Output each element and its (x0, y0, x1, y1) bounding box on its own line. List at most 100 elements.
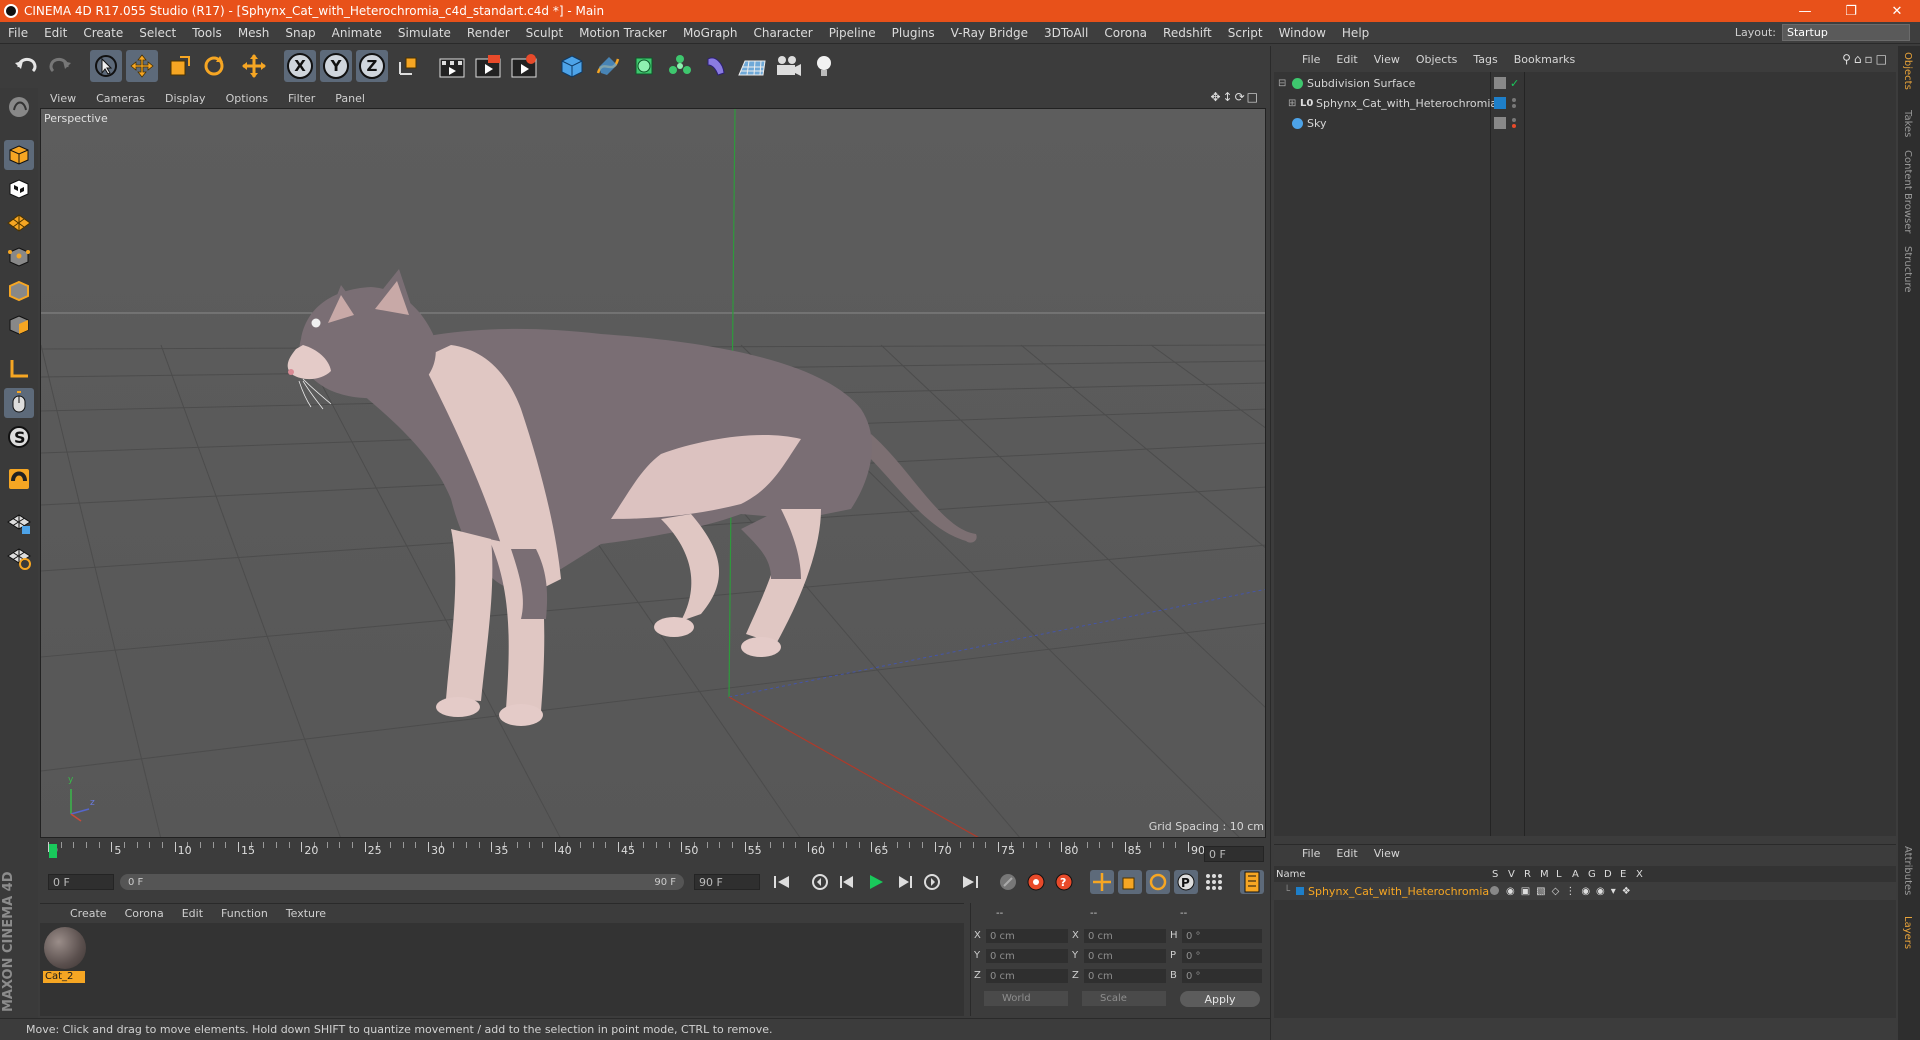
layer-solo-icon[interactable] (1490, 886, 1499, 895)
cube-object-icon[interactable] (556, 50, 588, 82)
undo-icon[interactable] (10, 50, 42, 82)
enabled-check-icon[interactable]: ✓ (1510, 77, 1519, 90)
points-mode-icon[interactable] (4, 242, 34, 272)
objects-menu-tags[interactable]: Tags (1465, 53, 1505, 66)
viewport-menu-display[interactable]: Display (155, 92, 216, 105)
live-selection-move-icon[interactable] (238, 50, 270, 82)
rotate-tool-icon[interactable] (198, 50, 230, 82)
menu-sculpt[interactable]: Sculpt (518, 26, 571, 40)
expand-toggle-icon[interactable]: ⊟ (1278, 78, 1286, 89)
prev-key-icon[interactable] (808, 870, 832, 894)
menu-mograph[interactable]: MoGraph (675, 26, 746, 40)
menu-tools[interactable]: Tools (184, 26, 230, 40)
coord-rot-h-field[interactable]: 0 ° (1182, 929, 1262, 943)
viewport-menu-panel[interactable]: Panel (325, 92, 375, 105)
material-menu-edit[interactable]: Edit (173, 907, 212, 920)
y-axis-lock-button[interactable]: Y (320, 50, 352, 82)
select-cursor-icon[interactable] (90, 50, 122, 82)
coordinate-system-icon[interactable] (392, 50, 424, 82)
timeline-layout-icon[interactable] (1240, 870, 1264, 894)
layers-menu-view[interactable]: View (1366, 847, 1408, 860)
layer-tag-icon[interactable] (1494, 77, 1506, 89)
menu-plugins[interactable]: Plugins (884, 26, 943, 40)
menu-3dtoall[interactable]: 3DToAll (1036, 26, 1096, 40)
viewport-menu-options[interactable]: Options (216, 92, 278, 105)
layers-menu-edit[interactable]: Edit (1328, 847, 1365, 860)
menu-create[interactable]: Create (75, 26, 131, 40)
end-frame-field[interactable]: 90 F (694, 874, 760, 890)
layer-row[interactable]: └ Sphynx_Cat_with_Heterochromia ◉▣▧◇⋮◉◉▾… (1274, 882, 1896, 900)
snap-icon[interactable]: S (4, 422, 34, 452)
tab-structure[interactable]: Structure (1902, 246, 1913, 293)
object-row-subdivision-surface[interactable]: ⊟ Subdivision Surface ✓ (1274, 73, 1896, 93)
coord-mode-dropdown[interactable]: Scale (1082, 991, 1166, 1006)
render-region-icon[interactable] (472, 50, 504, 82)
viewport-navigation-icons[interactable]: ✥↕⟳□ (1210, 90, 1260, 104)
coord-pos-x-field[interactable]: 0 cm (986, 929, 1068, 943)
coord-size-y-field[interactable]: 0 cm (1084, 949, 1166, 963)
editor-visibility-dot[interactable] (1512, 118, 1516, 122)
menu-redshift[interactable]: Redshift (1155, 26, 1220, 40)
next-frame-icon[interactable] (892, 870, 916, 894)
preview-range-slider[interactable]: 0 F 90 F (120, 874, 684, 890)
tab-takes[interactable]: Takes (1902, 110, 1913, 137)
objects-menu-bookmarks[interactable]: Bookmarks (1506, 53, 1583, 66)
goto-start-icon[interactable] (770, 870, 794, 894)
prev-frame-icon[interactable] (836, 870, 860, 894)
apply-button[interactable]: Apply (1180, 991, 1260, 1007)
start-frame-field[interactable]: 0 F (48, 874, 114, 890)
objects-menu-edit[interactable]: Edit (1328, 53, 1365, 66)
coord-size-x-field[interactable]: 0 cm (1084, 929, 1166, 943)
material-menu-create[interactable]: Create (40, 907, 116, 920)
move-tool-icon[interactable] (126, 50, 158, 82)
menu-motion-tracker[interactable]: Motion Tracker (571, 26, 675, 40)
render-visibility-dot[interactable] (1512, 104, 1516, 108)
object-row-sphynx-cat[interactable]: ⊞ L0 Sphynx_Cat_with_Heterochromia (1274, 93, 1896, 113)
menu-snap[interactable]: Snap (277, 26, 323, 40)
texture-mode-icon[interactable] (4, 174, 34, 204)
object-row-sky[interactable]: Sky (1274, 113, 1896, 133)
material-menu-corona[interactable]: Corona (116, 907, 173, 920)
model-mode-icon[interactable] (4, 140, 34, 170)
menu-select[interactable]: Select (131, 26, 184, 40)
coord-pos-z-field[interactable]: 0 cm (986, 969, 1068, 983)
restore-icon[interactable]: ❐ (1828, 0, 1874, 22)
render-view-icon[interactable] (436, 50, 468, 82)
layer-flag-icons[interactable]: ◉▣▧◇⋮◉◉▾❖ (1506, 886, 1637, 897)
coord-rot-b-field[interactable]: 0 ° (1182, 969, 1262, 983)
axis-mode-icon[interactable] (4, 354, 34, 384)
menu-help[interactable]: Help (1334, 26, 1377, 40)
menu-simulate[interactable]: Simulate (390, 26, 459, 40)
cloner-icon[interactable] (664, 50, 696, 82)
coord-space-dropdown[interactable]: World (984, 991, 1068, 1006)
menu-pipeline[interactable]: Pipeline (821, 26, 884, 40)
objects-search-home-icons[interactable]: ⚲⌂▫□ (1842, 52, 1890, 66)
objects-menu-objects[interactable]: Objects (1408, 53, 1466, 66)
z-axis-lock-button[interactable]: Z (356, 50, 388, 82)
render-settings-icon[interactable] (508, 50, 540, 82)
workplane-snap-icon[interactable] (4, 542, 34, 572)
expand-toggle-icon[interactable]: ⊞ (1288, 98, 1296, 109)
key-rotation-icon[interactable] (1146, 870, 1170, 894)
subdivision-surface-icon[interactable] (628, 50, 660, 82)
menu-animate[interactable]: Animate (324, 26, 390, 40)
layer-color-swatch[interactable] (1296, 887, 1304, 895)
x-axis-lock-button[interactable]: X (284, 50, 316, 82)
viewport-menu-view[interactable]: View (40, 92, 86, 105)
key-parameter-icon[interactable]: P (1174, 870, 1198, 894)
layers-menu-file[interactable]: File (1274, 847, 1328, 860)
tab-content-browser[interactable]: Content Browser (1902, 150, 1913, 233)
redo-icon[interactable] (44, 50, 76, 82)
tab-attributes[interactable]: Attributes (1902, 846, 1913, 895)
coord-pos-y-field[interactable]: 0 cm (986, 949, 1068, 963)
key-pla-icon[interactable] (1202, 870, 1226, 894)
scale-tool-icon[interactable] (164, 50, 196, 82)
viewport-menu-filter[interactable]: Filter (278, 92, 325, 105)
light-icon[interactable] (808, 50, 840, 82)
menu-corona[interactable]: Corona (1096, 26, 1155, 40)
magnet-icon[interactable] (4, 464, 34, 494)
play-icon[interactable] (864, 870, 888, 894)
next-key-icon[interactable] (920, 870, 944, 894)
workplane-lock-icon[interactable] (4, 508, 34, 538)
current-frame-field[interactable]: 0 F (1204, 846, 1264, 862)
